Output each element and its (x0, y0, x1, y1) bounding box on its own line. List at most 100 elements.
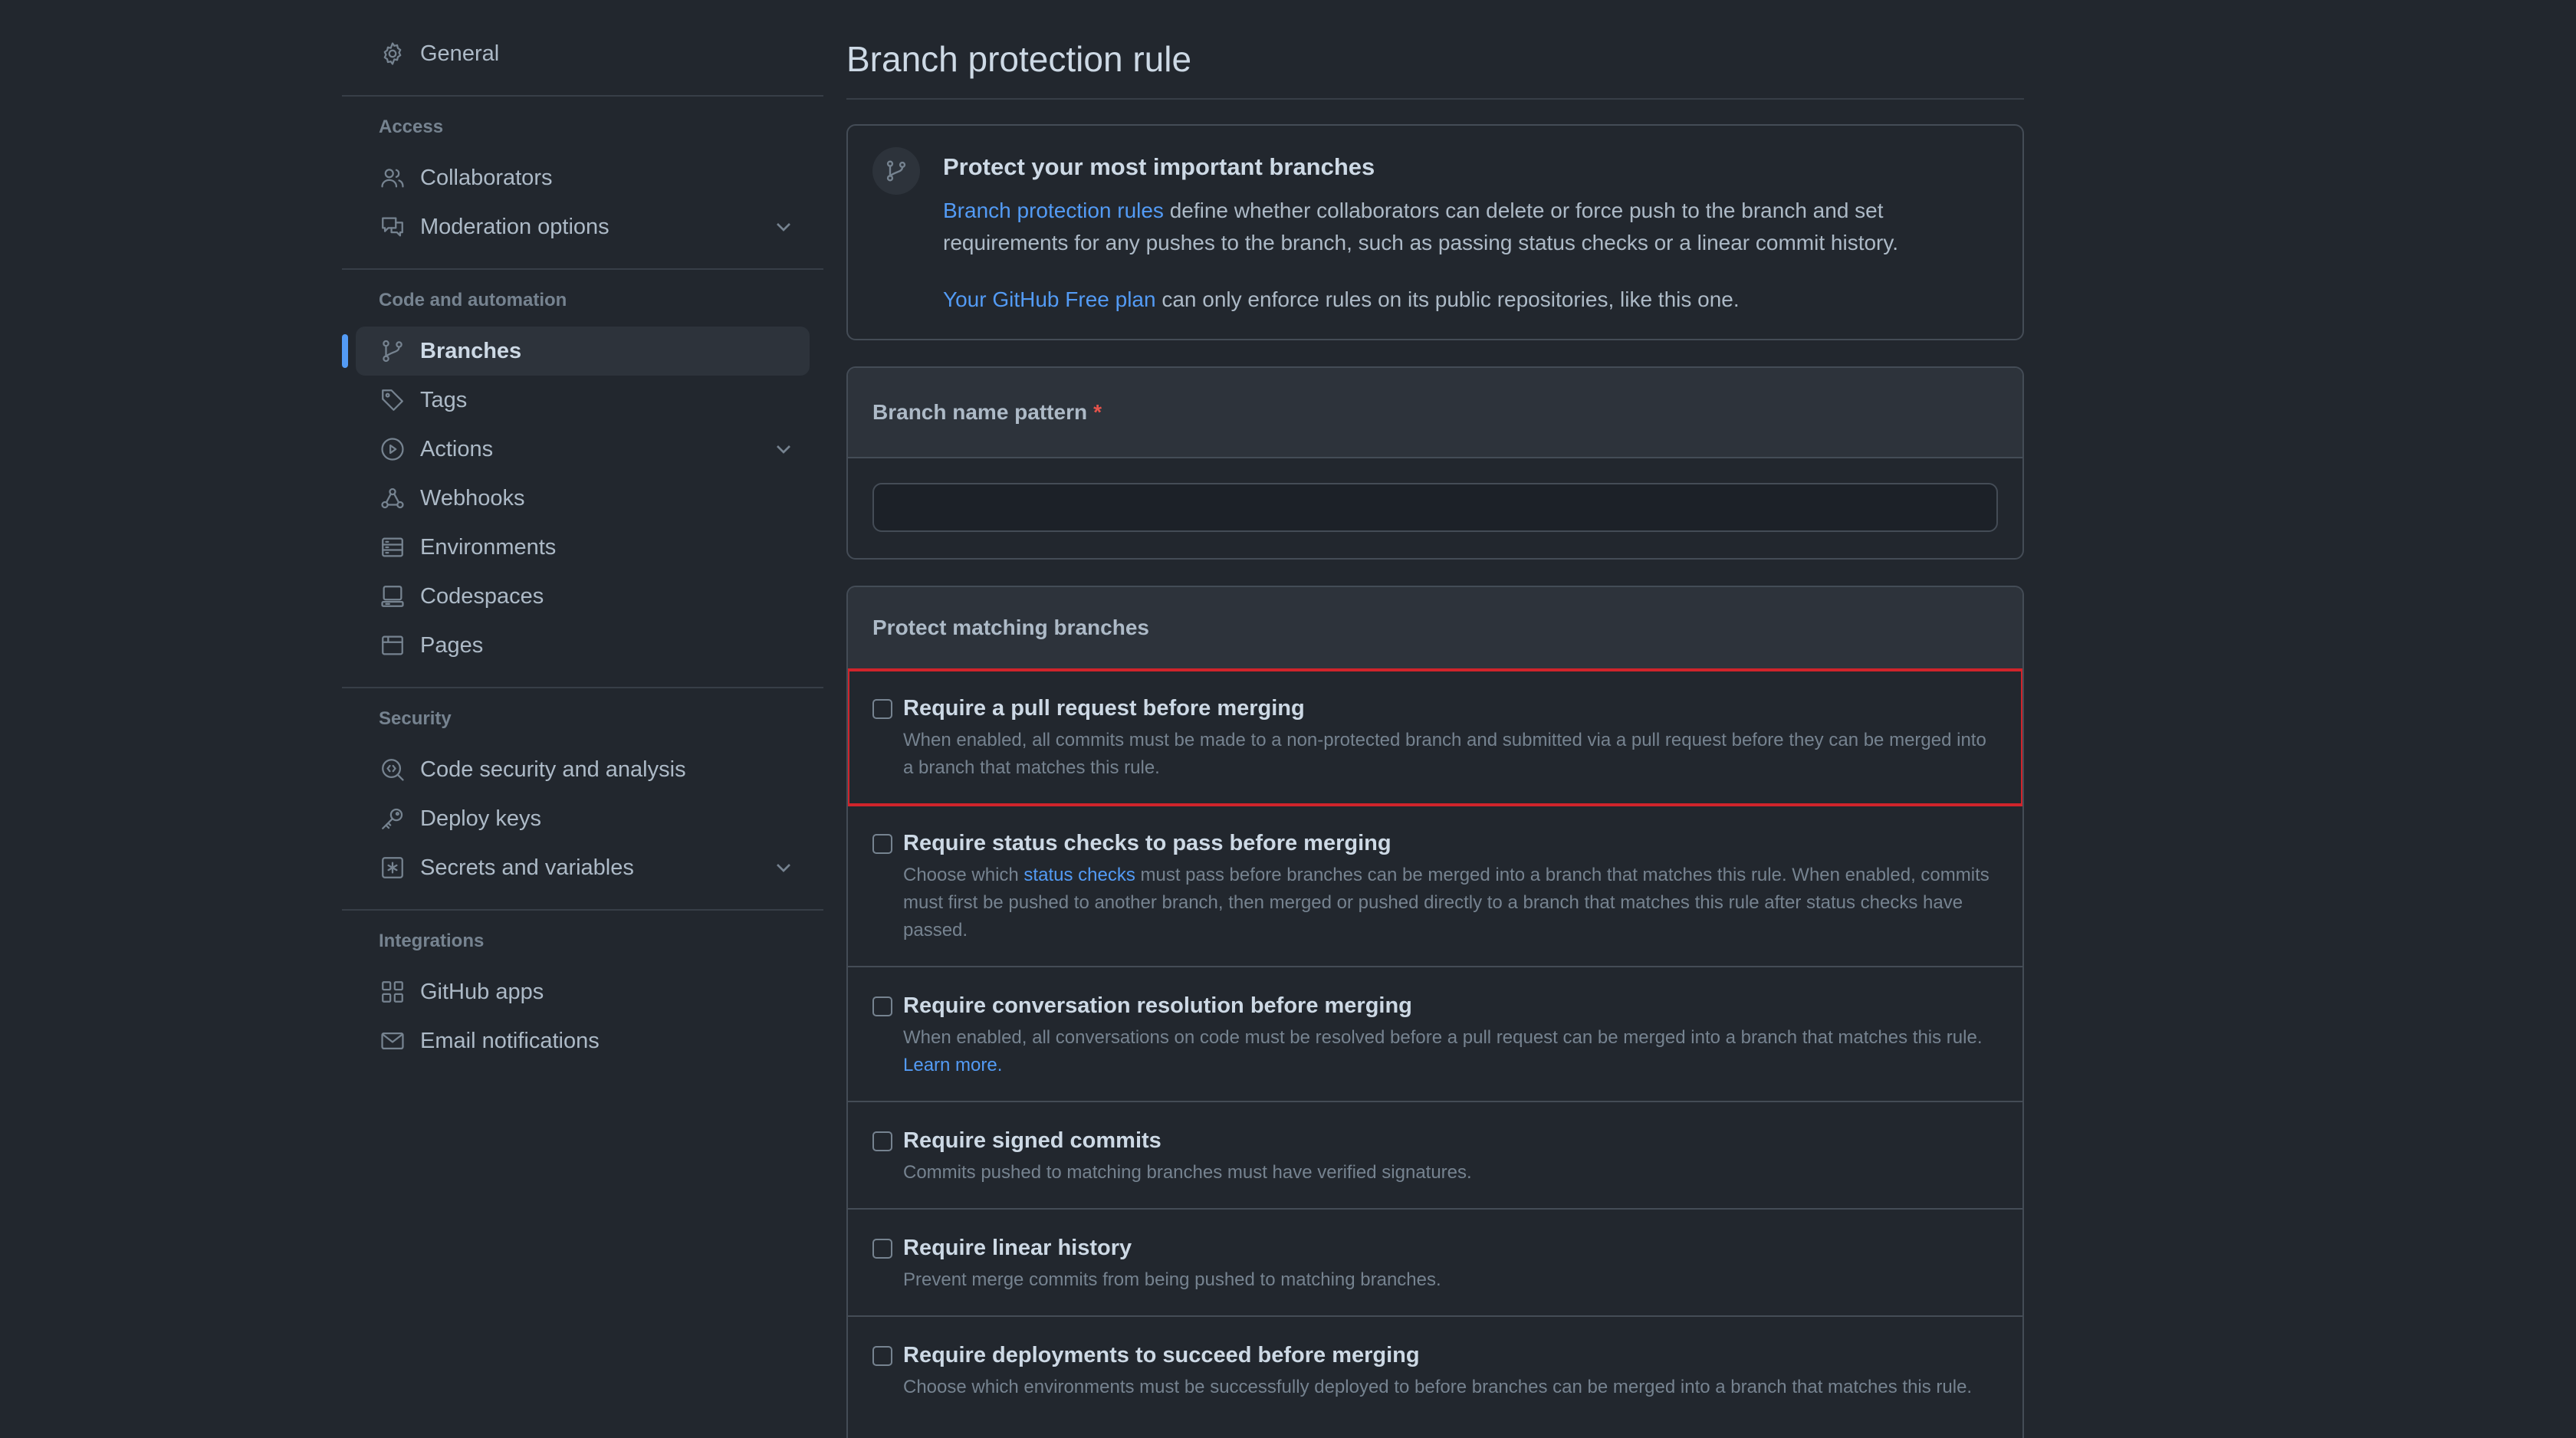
sidebar-item-pages[interactable]: Pages (356, 621, 810, 670)
chevron-down-icon[interactable] (771, 437, 796, 461)
sidebar-item-label: Branches (420, 338, 522, 363)
sidebar-item-code-security[interactable]: Code security and analysis (356, 745, 810, 794)
learn-more-link[interactable]: Learn more. (903, 1055, 1002, 1075)
sidebar-item-general[interactable]: General (356, 29, 810, 78)
sidebar-heading-security: Security (379, 708, 452, 729)
sidebar-item-webhooks[interactable]: Webhooks (356, 474, 810, 523)
main-content: Branch protection rule Protect your most… (846, 0, 2024, 1438)
option-require-linear-history: Require linear history Prevent merge com… (848, 1210, 2022, 1317)
intro-box: Protect your most important branches Bra… (846, 124, 2024, 340)
option-description: When enabled, all conversations on code … (903, 1024, 1992, 1079)
sidebar-item-label: Pages (420, 632, 484, 658)
require-deployments-checkbox[interactable] (872, 1346, 892, 1366)
sidebar-item-tags[interactable]: Tags (356, 376, 810, 425)
sidebar-item-moderation-options[interactable]: Moderation options (356, 202, 810, 251)
branch-protection-rules-link[interactable]: Branch protection rules (943, 199, 1164, 222)
sidebar-item-actions[interactable]: Actions (356, 425, 810, 474)
required-mark: * (1093, 400, 1102, 424)
sidebar-item-environments[interactable]: Environments (356, 523, 810, 572)
codespaces-icon (379, 583, 406, 610)
option-description: When enabled, all commits must be made t… (903, 730, 1986, 778)
sidebar-heading-code-and-automation: Code and automation (379, 290, 567, 310)
key-icon (379, 805, 406, 832)
option-description: Choose which environments must be succes… (903, 1377, 1973, 1397)
sidebar-item-label: Tags (420, 387, 468, 412)
option-description: Commits pushed to matching branches must… (903, 1162, 1472, 1183)
page-title: Branch protection rule (846, 0, 2024, 100)
option-title: Require linear history (903, 1236, 1132, 1260)
git-branch-icon (379, 337, 406, 365)
require-status-checks-checkbox[interactable] (872, 834, 892, 854)
server-icon (379, 534, 406, 561)
sidebar-item-email-notifications[interactable]: Email notifications (356, 1016, 810, 1065)
apps-icon (379, 978, 406, 1006)
sidebar-item-label: Moderation options (420, 214, 610, 239)
sidebar-item-label: Environments (420, 534, 557, 560)
webhook-icon (379, 484, 406, 512)
sidebar-item-label: Webhooks (420, 485, 525, 511)
require-linear-history-checkbox[interactable] (872, 1239, 892, 1259)
option-require-deployments: Require deployments to succeed before me… (848, 1317, 2022, 1438)
settings-sidebar: General Access Collaborators Moderation … (342, 29, 823, 1065)
tag-icon (379, 386, 406, 414)
sidebar-divider (342, 95, 823, 97)
comment-discussion-icon (379, 213, 406, 241)
people-icon (379, 164, 406, 192)
sidebar-heading-integrations: Integrations (379, 931, 485, 951)
chevron-down-icon[interactable] (771, 215, 796, 239)
gear-icon (379, 40, 406, 67)
desc-text: Choose which (903, 865, 1024, 885)
git-branch-icon (872, 147, 920, 195)
option-require-conversation-resolution: Require conversation resolution before m… (848, 967, 2022, 1102)
plan-text: can only enforce rules on its public rep… (1155, 287, 1740, 311)
option-title: Require deployments to succeed before me… (903, 1343, 1420, 1367)
sidebar-item-collaborators[interactable]: Collaborators (356, 153, 810, 202)
require-conversation-resolution-checkbox[interactable] (872, 996, 892, 1016)
sidebar-item-label: Collaborators (420, 165, 553, 190)
sidebar-item-secrets-and-variables[interactable]: Secrets and variables (356, 843, 810, 892)
option-title: Require conversation resolution before m… (903, 993, 1412, 1018)
option-require-pull-request: Require a pull request before merging Wh… (848, 668, 2022, 806)
protect-matching-branches-box: Protect matching branches Require a pull… (846, 586, 2024, 1438)
mail-icon (379, 1027, 406, 1055)
key-asterisk-icon (379, 854, 406, 882)
sidebar-divider (342, 687, 823, 688)
option-title: Require status checks to pass before mer… (903, 831, 1392, 855)
option-title: Require signed commits (903, 1128, 1162, 1153)
require-signed-commits-checkbox[interactable] (872, 1131, 892, 1151)
sidebar-item-label: Actions (420, 436, 494, 461)
branch-name-pattern-input[interactable] (872, 483, 1998, 532)
require-pull-request-checkbox[interactable] (872, 699, 892, 719)
chevron-down-icon[interactable] (771, 855, 796, 880)
sidebar-divider (342, 909, 823, 911)
free-plan-link[interactable]: Your GitHub Free plan (943, 287, 1156, 311)
sidebar-item-label: Email notifications (420, 1028, 600, 1053)
sidebar-item-label: General (420, 41, 500, 66)
protect-header: Protect matching branches (848, 587, 2022, 670)
sidebar-item-label: Codespaces (420, 583, 544, 609)
pattern-label: Branch name pattern (872, 400, 1088, 424)
sidebar-item-codespaces[interactable]: Codespaces (356, 572, 810, 621)
status-checks-link[interactable]: status checks (1024, 865, 1135, 885)
desc-text: When enabled, all conversations on code … (903, 1027, 1983, 1048)
option-description: Prevent merge commits from being pushed … (903, 1269, 1441, 1290)
pattern-header: Branch name pattern * (848, 368, 2022, 458)
intro-paragraph: Branch protection rules define whether c… (943, 195, 1970, 259)
branch-name-pattern-box: Branch name pattern * (846, 366, 2024, 560)
option-require-signed-commits: Require signed commits Commits pushed to… (848, 1102, 2022, 1210)
sidebar-item-branches[interactable]: Branches (342, 327, 810, 376)
sidebar-item-label: Secrets and variables (420, 855, 634, 880)
option-title: Require a pull request before merging (903, 696, 1305, 721)
sidebar-item-github-apps[interactable]: GitHub apps (356, 967, 810, 1016)
option-require-status-checks: Require status checks to pass before mer… (848, 805, 2022, 967)
browser-icon (379, 632, 406, 659)
play-circle-icon (379, 435, 406, 463)
sidebar-item-label: Deploy keys (420, 806, 541, 831)
sidebar-item-label: GitHub apps (420, 979, 544, 1004)
sidebar-item-deploy-keys[interactable]: Deploy keys (356, 794, 810, 843)
option-description: Choose which status checks must pass bef… (903, 862, 1992, 944)
codescan-icon (379, 756, 406, 783)
sidebar-divider (342, 268, 823, 270)
sidebar-item-label: Code security and analysis (420, 757, 686, 782)
sidebar-heading-access: Access (379, 117, 444, 137)
